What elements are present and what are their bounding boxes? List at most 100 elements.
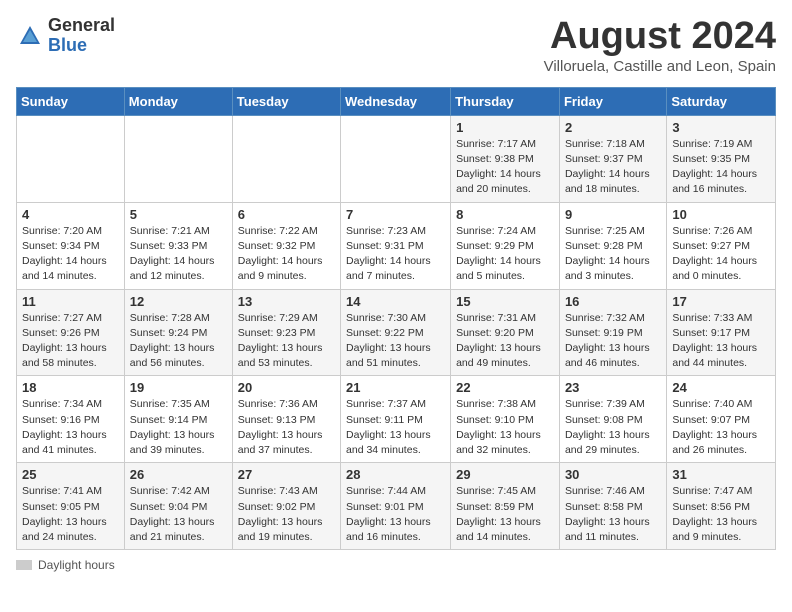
day-info: Sunrise: 7:43 AMSunset: 9:02 PMDaylight:…	[238, 484, 335, 545]
day-number: 19	[130, 380, 227, 395]
week-row-3: 18Sunrise: 7:34 AMSunset: 9:16 PMDayligh…	[17, 376, 776, 463]
header-cell-thursday: Thursday	[451, 87, 560, 115]
day-cell: 10 Sunrise: 7:26 AMSunset: 9:27 PMDayligh…	[667, 202, 776, 289]
day-number: 5	[130, 207, 227, 222]
day-cell: 9Sunrise: 7:25 AMSunset: 9:28 PMDaylight…	[559, 202, 666, 289]
day-cell: 4Sunrise: 7:20 AMSunset: 9:34 PMDaylight…	[17, 202, 125, 289]
day-cell	[124, 115, 232, 202]
day-cell: 19 Sunrise: 7:35 AMSunset: 9:14 PMDayligh…	[124, 376, 232, 463]
day-cell: 5 Sunrise: 7:21 AMSunset: 9:33 PMDaylight…	[124, 202, 232, 289]
day-cell: 13Sunrise: 7:29 AMSunset: 9:23 PMDayligh…	[232, 289, 340, 376]
calendar-body: 1 Sunrise: 7:17 AMSunset: 9:38 PMDaylight…	[17, 115, 776, 549]
day-info: Sunrise: 7:17 AMSunset: 9:38 PMDaylight:…	[456, 137, 554, 198]
day-info: Sunrise: 7:21 AMSunset: 9:33 PMDaylight:…	[130, 224, 227, 285]
day-cell: 2Sunrise: 7:18 AMSunset: 9:37 PMDaylight…	[559, 115, 666, 202]
day-cell: 18Sunrise: 7:34 AMSunset: 9:16 PMDayligh…	[17, 376, 125, 463]
day-info: Sunrise: 7:30 AMSunset: 9:22 PMDaylight:…	[346, 311, 445, 372]
logo-blue-text: Blue	[48, 36, 115, 56]
day-cell	[17, 115, 125, 202]
day-info: Sunrise: 7:27 AMSunset: 9:26 PMDaylight:…	[22, 311, 119, 372]
day-number: 10	[672, 207, 770, 222]
day-cell: 26 Sunrise: 7:42 AMSunset: 9:04 PMDayligh…	[124, 463, 232, 550]
header-cell-sunday: Sunday	[17, 87, 125, 115]
logo-icon	[16, 22, 44, 50]
day-number: 7	[346, 207, 445, 222]
day-info: Sunrise: 7:47 AMSunset: 8:56 PMDaylight:…	[672, 484, 770, 545]
logo: General Blue	[16, 16, 115, 56]
day-cell: 1 Sunrise: 7:17 AMSunset: 9:38 PMDaylight…	[451, 115, 560, 202]
day-number: 18	[22, 380, 119, 395]
day-info: Sunrise: 7:38 AMSunset: 9:10 PMDaylight:…	[456, 397, 554, 458]
week-row-2: 11 Sunrise: 7:27 AMSunset: 9:26 PMDayligh…	[17, 289, 776, 376]
day-info: Sunrise: 7:26 AMSunset: 9:27 PMDaylight:…	[672, 224, 770, 285]
day-cell: 22 Sunrise: 7:38 AMSunset: 9:10 PMDayligh…	[451, 376, 560, 463]
day-cell	[341, 115, 451, 202]
day-cell: 12Sunrise: 7:28 AMSunset: 9:24 PMDayligh…	[124, 289, 232, 376]
day-info: Sunrise: 7:45 AMSunset: 8:59 PMDaylight:…	[456, 484, 554, 545]
header-cell-wednesday: Wednesday	[341, 87, 451, 115]
page-header: General Blue August 2024 Villoruela, Cas…	[16, 16, 776, 75]
day-cell: 23Sunrise: 7:39 AMSunset: 9:08 PMDayligh…	[559, 376, 666, 463]
day-number: 28	[346, 467, 445, 482]
week-row-4: 25Sunrise: 7:41 AMSunset: 9:05 PMDayligh…	[17, 463, 776, 550]
day-info: Sunrise: 7:28 AMSunset: 9:24 PMDaylight:…	[130, 311, 227, 372]
calendar-table: SundayMondayTuesdayWednesdayThursdayFrid…	[16, 87, 776, 550]
day-cell: 24 Sunrise: 7:40 AMSunset: 9:07 PMDayligh…	[667, 376, 776, 463]
day-cell: 3 Sunrise: 7:19 AMSunset: 9:35 PMDaylight…	[667, 115, 776, 202]
day-info: Sunrise: 7:42 AMSunset: 9:04 PMDaylight:…	[130, 484, 227, 545]
day-info: Sunrise: 7:32 AMSunset: 9:19 PMDaylight:…	[565, 311, 661, 372]
day-cell: 25Sunrise: 7:41 AMSunset: 9:05 PMDayligh…	[17, 463, 125, 550]
day-number: 13	[238, 294, 335, 309]
day-number: 6	[238, 207, 335, 222]
day-number: 30	[565, 467, 661, 482]
day-number: 24	[672, 380, 770, 395]
calendar-subtitle: Villoruela, Castille and Leon, Spain	[544, 58, 776, 75]
footer: Daylight hours	[16, 558, 776, 572]
day-info: Sunrise: 7:44 AMSunset: 9:01 PMDaylight:…	[346, 484, 445, 545]
day-number: 3	[672, 120, 770, 135]
day-number: 11	[22, 294, 119, 309]
logo-text: General Blue	[48, 16, 115, 56]
day-cell: 16 Sunrise: 7:32 AMSunset: 9:19 PMDayligh…	[559, 289, 666, 376]
day-info: Sunrise: 7:22 AMSunset: 9:32 PMDaylight:…	[238, 224, 335, 285]
day-info: Sunrise: 7:19 AMSunset: 9:35 PMDaylight:…	[672, 137, 770, 198]
day-cell: 7Sunrise: 7:23 AMSunset: 9:31 PMDaylight…	[341, 202, 451, 289]
day-number: 26	[130, 467, 227, 482]
day-info: Sunrise: 7:24 AMSunset: 9:29 PMDaylight:…	[456, 224, 554, 285]
daylight-label: Daylight hours	[38, 558, 115, 572]
day-cell: 27 Sunrise: 7:43 AMSunset: 9:02 PMDayligh…	[232, 463, 340, 550]
day-number: 15	[456, 294, 554, 309]
day-cell: 20 Sunrise: 7:36 AMSunset: 9:13 PMDayligh…	[232, 376, 340, 463]
header-cell-tuesday: Tuesday	[232, 87, 340, 115]
calendar-title: August 2024	[544, 16, 776, 58]
day-number: 22	[456, 380, 554, 395]
day-cell: 30Sunrise: 7:46 AMSunset: 8:58 PMDayligh…	[559, 463, 666, 550]
day-number: 14	[346, 294, 445, 309]
week-row-1: 4Sunrise: 7:20 AMSunset: 9:34 PMDaylight…	[17, 202, 776, 289]
day-info: Sunrise: 7:31 AMSunset: 9:20 PMDaylight:…	[456, 311, 554, 372]
day-cell: 15 Sunrise: 7:31 AMSunset: 9:20 PMDayligh…	[451, 289, 560, 376]
day-number: 25	[22, 467, 119, 482]
day-cell: 31 Sunrise: 7:47 AMSunset: 8:56 PMDayligh…	[667, 463, 776, 550]
day-number: 31	[672, 467, 770, 482]
header-cell-friday: Friday	[559, 87, 666, 115]
day-number: 20	[238, 380, 335, 395]
day-cell	[232, 115, 340, 202]
day-cell: 11 Sunrise: 7:27 AMSunset: 9:26 PMDayligh…	[17, 289, 125, 376]
day-cell: 28 Sunrise: 7:44 AMSunset: 9:01 PMDayligh…	[341, 463, 451, 550]
day-number: 8	[456, 207, 554, 222]
day-number: 4	[22, 207, 119, 222]
title-block: August 2024 Villoruela, Castille and Leo…	[544, 16, 776, 75]
daylight-box	[16, 560, 32, 570]
day-cell: 17Sunrise: 7:33 AMSunset: 9:17 PMDayligh…	[667, 289, 776, 376]
day-info: Sunrise: 7:35 AMSunset: 9:14 PMDaylight:…	[130, 397, 227, 458]
day-info: Sunrise: 7:36 AMSunset: 9:13 PMDaylight:…	[238, 397, 335, 458]
day-number: 1	[456, 120, 554, 135]
day-info: Sunrise: 7:40 AMSunset: 9:07 PMDaylight:…	[672, 397, 770, 458]
day-cell: 29Sunrise: 7:45 AMSunset: 8:59 PMDayligh…	[451, 463, 560, 550]
day-number: 9	[565, 207, 661, 222]
day-number: 16	[565, 294, 661, 309]
day-cell: 21Sunrise: 7:37 AMSunset: 9:11 PMDayligh…	[341, 376, 451, 463]
day-number: 27	[238, 467, 335, 482]
day-info: Sunrise: 7:33 AMSunset: 9:17 PMDaylight:…	[672, 311, 770, 372]
